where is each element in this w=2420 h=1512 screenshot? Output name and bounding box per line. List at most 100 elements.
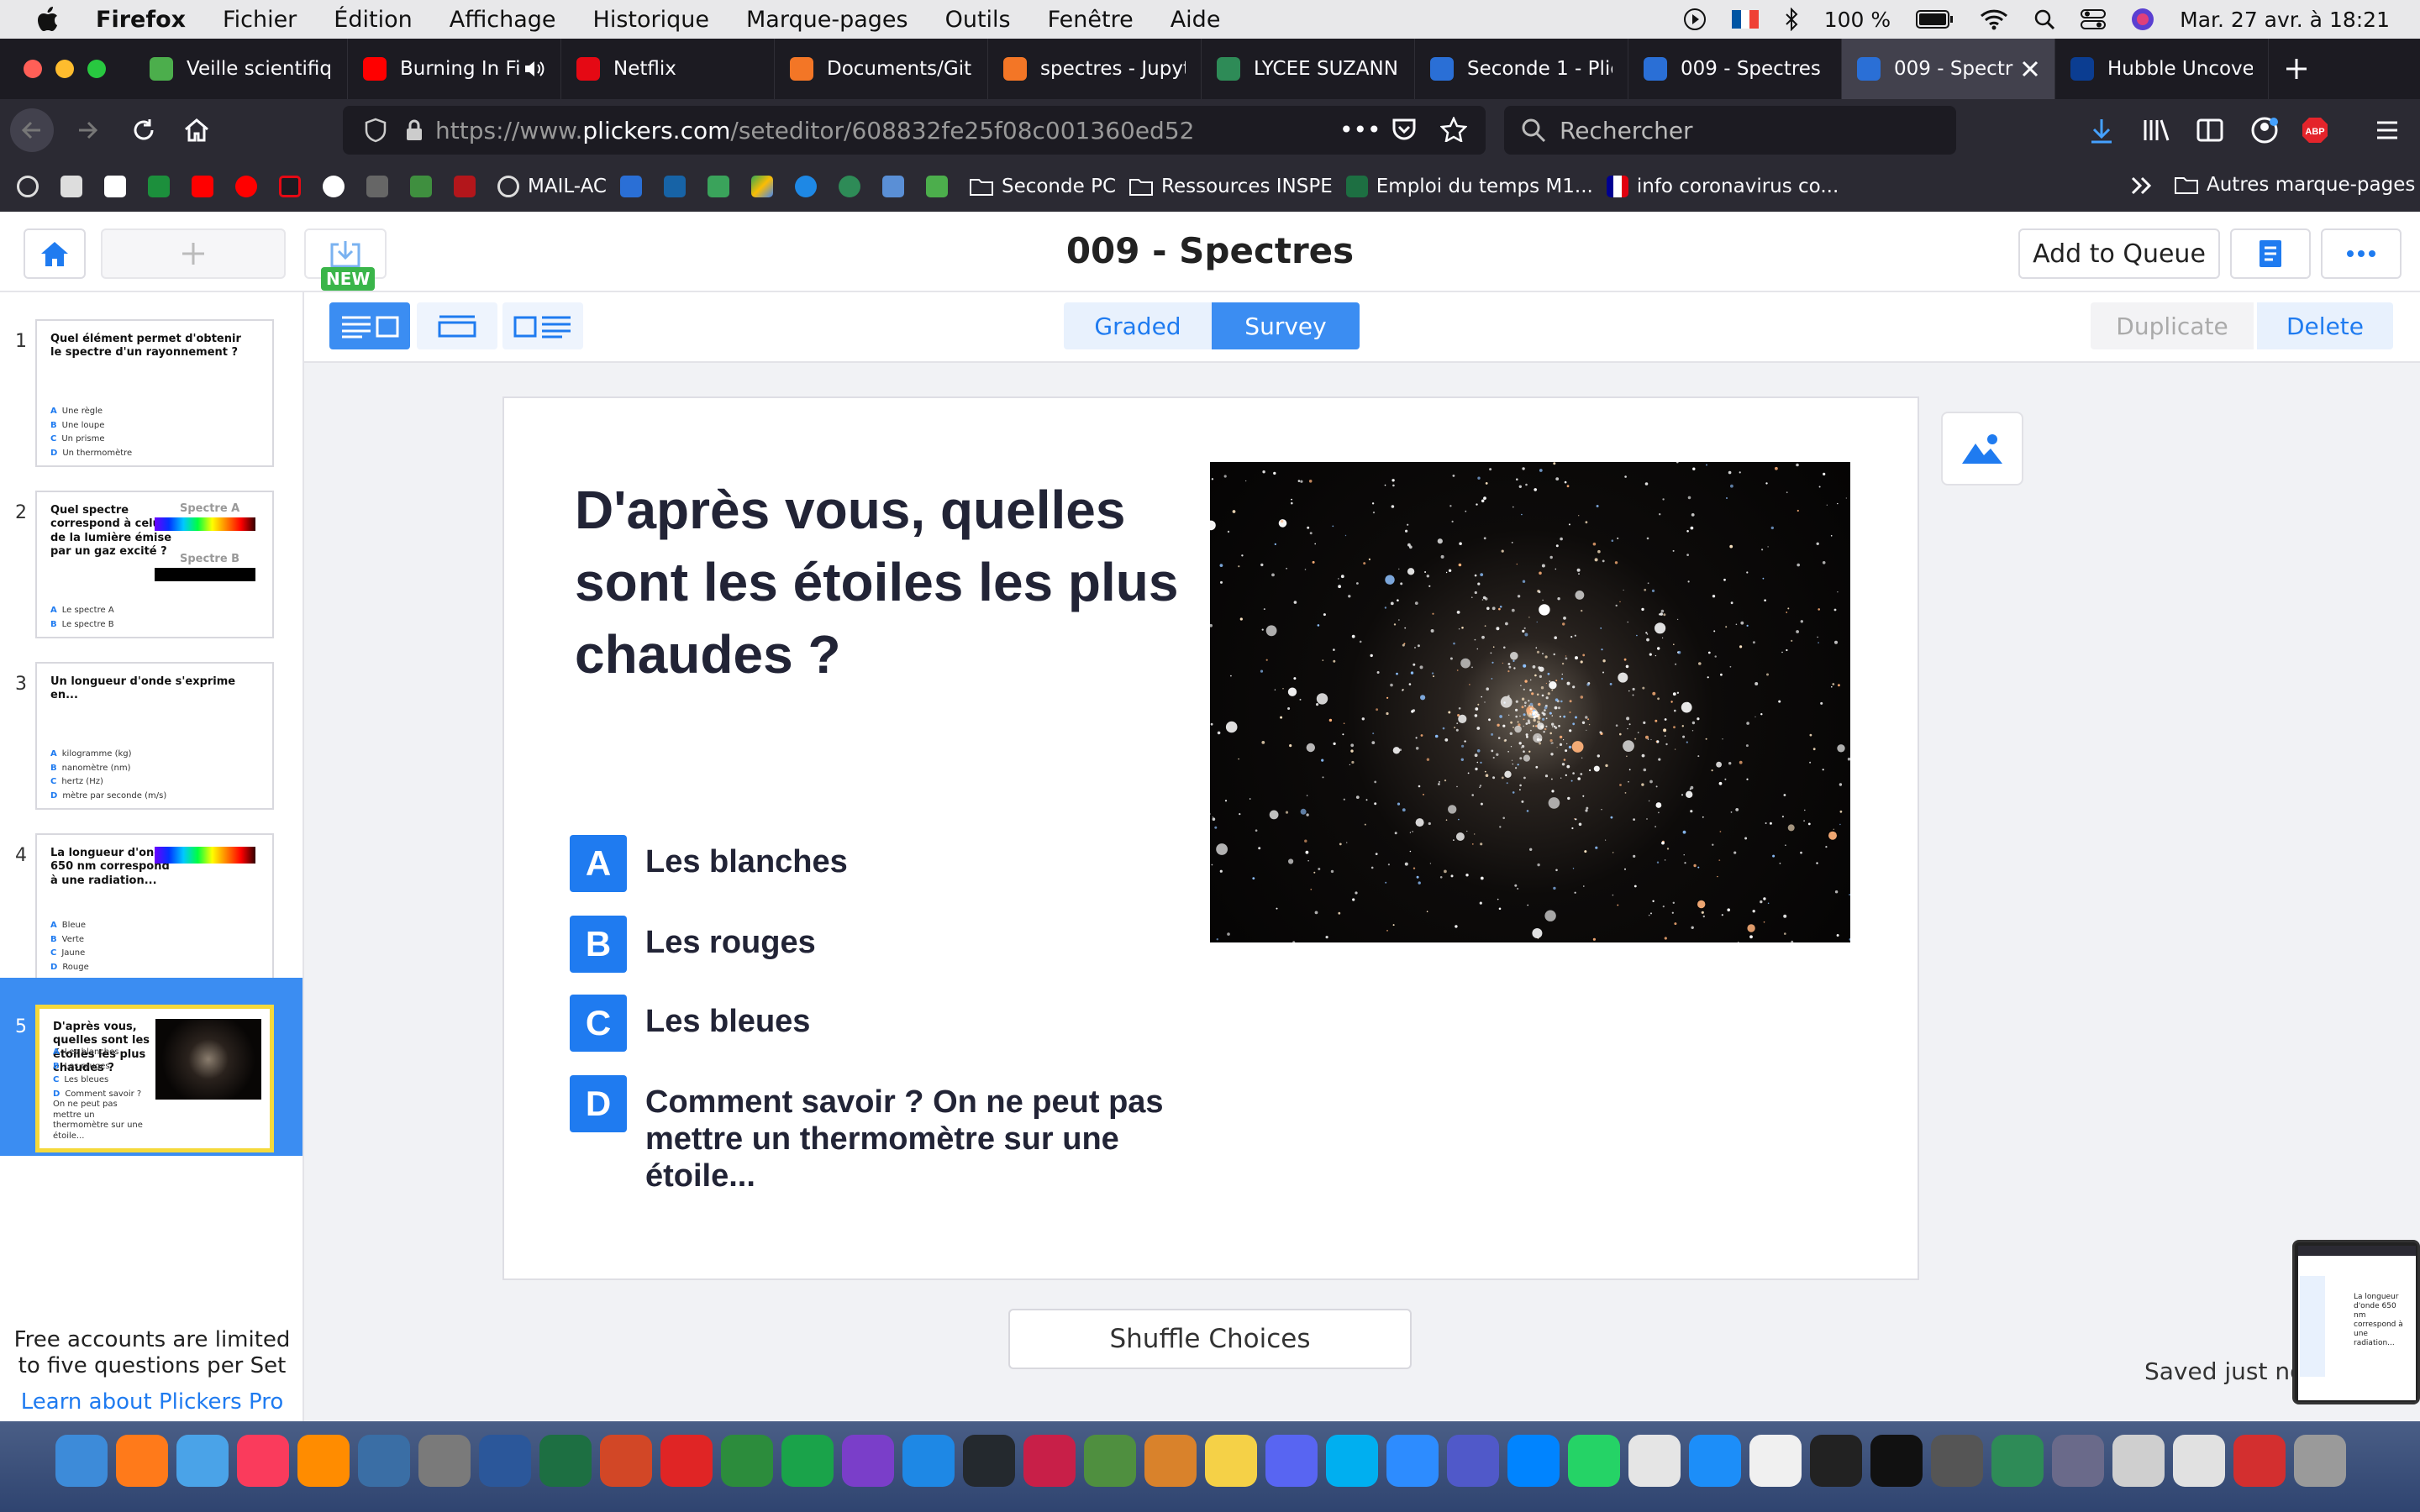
bookmark-mail-ac[interactable]: MAIL-AC (497, 176, 607, 197)
question-text[interactable]: D'après vous, quelles sont les étoiles l… (575, 474, 1213, 690)
shuffle-choices-button[interactable]: Shuffle Choices (1008, 1309, 1412, 1369)
github-icon[interactable] (323, 176, 353, 197)
layout-image-only-button[interactable] (417, 302, 497, 349)
menu-app-name[interactable]: Firefox (96, 7, 186, 33)
browser-tab[interactable]: 009 - Spectres (1628, 39, 1842, 99)
preview-icon[interactable] (2112, 1435, 2165, 1487)
play-icon[interactable] (1683, 8, 1707, 31)
bookmark-favicon-1[interactable] (60, 176, 91, 197)
finder-icon[interactable] (55, 1435, 108, 1487)
bookmark-star-icon[interactable] (1440, 117, 1467, 142)
add-to-queue-button[interactable]: Add to Queue (2018, 228, 2220, 279)
clock-icon[interactable] (1931, 1435, 1983, 1487)
choice-d[interactable]: D Comment savoir ? On ne peut pas mettre… (570, 1075, 1175, 1194)
whatsapp-icon[interactable] (1568, 1435, 1620, 1487)
bookmark-favicon-globe[interactable] (17, 176, 47, 197)
browser-tab[interactable]: 009 - Spectr (1842, 39, 2055, 99)
page-actions-icon[interactable]: ••• (1339, 116, 1381, 144)
bookmark-emploi-du-temps[interactable]: Emploi du temps M1... (1345, 176, 1593, 197)
bluetooth-icon[interactable] (1784, 8, 1799, 31)
minimize-window-button[interactable] (55, 60, 74, 78)
diablo-icon[interactable] (2052, 1435, 2104, 1487)
star-cluster-image[interactable] (1210, 462, 1850, 942)
calendar-icon[interactable] (1628, 1435, 1681, 1487)
menu-fenetre[interactable]: Fenêtre (1048, 7, 1134, 33)
terminal-icon[interactable] (1810, 1435, 1862, 1487)
learn-plickers-pro-link[interactable]: Learn about Plickers Pro (0, 1389, 304, 1415)
layout-image-left-button[interactable] (502, 302, 583, 349)
google-drive-icon[interactable] (750, 176, 781, 197)
graded-toggle[interactable]: Graded (1064, 302, 1212, 349)
menu-aide[interactable]: Aide (1171, 7, 1221, 33)
menubar-datetime[interactable]: Mar. 27 avr. à 18:21 (2180, 8, 2390, 32)
bookmark-info-coronavirus[interactable]: info coronavirus co... (1606, 176, 1839, 197)
slide-thumbnail-5[interactable]: 5 D'après vous, quelles sont les étoiles … (0, 978, 302, 1156)
safari-icon[interactable] (1144, 1435, 1197, 1487)
qr-code-icon[interactable] (707, 176, 738, 197)
lock-icon[interactable] (405, 118, 424, 142)
zoom-icon[interactable] (1386, 1435, 1439, 1487)
spotlight-icon[interactable] (2033, 8, 2055, 30)
menu-fichier[interactable]: Fichier (223, 7, 297, 33)
choice-b[interactable]: B Les rouges (570, 916, 1208, 973)
acrobat-icon[interactable] (660, 1435, 713, 1487)
choice-a[interactable]: A Les blanches (570, 835, 1208, 892)
url-bar[interactable]: https://www. plickers.com/seteditor/60883… (343, 106, 1486, 155)
texmaker-icon[interactable] (418, 1435, 471, 1487)
menu-outils[interactable]: Outils (945, 7, 1011, 33)
account-icon[interactable] (2250, 116, 2279, 144)
shield-icon[interactable] (365, 118, 387, 143)
youtube-music-icon[interactable] (235, 176, 266, 197)
search-input[interactable]: Rechercher (1504, 106, 1956, 155)
bookmark-autres-marque-pages[interactable]: Autres marque-pages (2175, 174, 2415, 196)
menu-marque-pages[interactable]: Marque-pages (746, 7, 908, 33)
not-icon[interactable] (1991, 1435, 2044, 1487)
bookmark-favicon-8[interactable] (794, 176, 825, 197)
trash-icon[interactable] (2294, 1435, 2346, 1487)
firefox-icon[interactable] (116, 1435, 168, 1487)
zoom-window-button[interactable] (87, 60, 106, 78)
excel-icon[interactable] (539, 1435, 592, 1487)
music-icon[interactable] (237, 1435, 289, 1487)
bookmark-favicon-3[interactable] (148, 176, 178, 197)
not-icon[interactable] (838, 176, 869, 197)
reload-icon[interactable] (131, 118, 156, 143)
browser-tab[interactable]: Hubble Uncover (2055, 39, 2269, 99)
report-button[interactable] (2230, 228, 2311, 279)
adblock-plus-icon[interactable]: ABP (2301, 116, 2329, 144)
word-icon[interactable] (479, 1435, 531, 1487)
discord-icon[interactable] (1265, 1435, 1318, 1487)
adblock-icon[interactable] (2233, 1435, 2286, 1487)
battery-icon[interactable] (1916, 9, 1954, 29)
reader-view-icon[interactable] (2196, 118, 2223, 143)
downloads-icon[interactable] (2089, 118, 2114, 144)
skype-icon[interactable] (1326, 1435, 1378, 1487)
app-store-icon[interactable] (1689, 1435, 1741, 1487)
vlc-icon[interactable] (297, 1435, 350, 1487)
wifi-icon[interactable] (1980, 8, 2008, 30)
textedit-icon[interactable] (1749, 1435, 1802, 1487)
menu-historique[interactable]: Historique (593, 7, 709, 33)
browser-tab[interactable]: spectres - Jupyt (988, 39, 1202, 99)
bookmark-favicon-2[interactable] (104, 176, 134, 197)
choice-text[interactable]: Les rouges (645, 916, 816, 961)
mendeley-icon[interactable] (1023, 1435, 1076, 1487)
choice-c[interactable]: C Les bleues (570, 995, 1208, 1052)
choice-text[interactable]: Les blanches (645, 835, 848, 880)
french-flag-icon[interactable] (1731, 10, 1759, 29)
bookmark-favicon-10[interactable] (925, 176, 956, 197)
more-options-button[interactable] (2321, 228, 2402, 279)
back-button[interactable] (10, 108, 54, 152)
teams-icon[interactable] (1447, 1435, 1499, 1487)
browser-tab[interactable]: Burning In Fi (348, 39, 561, 99)
youtube-icon[interactable] (192, 176, 222, 197)
survey-toggle[interactable]: Survey (1212, 302, 1360, 349)
new-tab-button[interactable] (2284, 56, 2309, 81)
slide-thumbnail-2[interactable]: 2 Quel spectre correspond à celui de la l… (0, 464, 302, 638)
bookmark-favicon-6[interactable] (454, 176, 484, 197)
quicktime-icon[interactable] (358, 1435, 410, 1487)
messenger-icon[interactable] (1507, 1435, 1560, 1487)
bookmark-favicon-9[interactable] (881, 176, 913, 197)
slide-thumbnail-1[interactable]: 1 Quel élément permet d'obtenir le spectr… (0, 292, 302, 467)
mail-icon[interactable] (176, 1435, 229, 1487)
